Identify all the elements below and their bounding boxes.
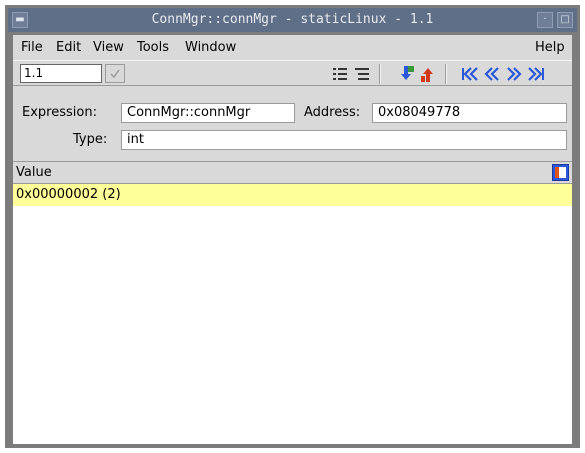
minimize-icon[interactable]: ·: [537, 12, 553, 28]
maximize-icon[interactable]: □: [557, 12, 573, 28]
title-bar[interactable]: ▬ ConnMgr::connMgr - staticLinux - 1.1 ·…: [8, 8, 577, 32]
check-icon: [110, 69, 120, 79]
menu-help[interactable]: Help: [535, 40, 565, 55]
thread-id-field[interactable]: 1.1: [20, 64, 102, 83]
menu-file[interactable]: File: [21, 40, 43, 55]
expression-label: Expression:: [22, 105, 97, 120]
column-options-icon[interactable]: [552, 164, 569, 181]
last-icon[interactable]: [527, 65, 545, 83]
window-title: ConnMgr::connMgr - staticLinux - 1.1: [151, 12, 434, 27]
expression-field[interactable]: ConnMgr::connMgr: [121, 103, 295, 123]
menu-bar: File Edit View Tools Window Help: [13, 35, 572, 60]
table-row[interactable]: 0x00000002 (2): [13, 184, 572, 206]
debugger-window: ▬ ConnMgr::connMgr - staticLinux - 1.1 ·…: [5, 5, 580, 448]
menu-view[interactable]: View: [93, 40, 124, 55]
first-icon[interactable]: [461, 65, 479, 83]
dive-down-icon[interactable]: [397, 65, 415, 83]
toolbar-separator: [379, 64, 381, 84]
menu-edit[interactable]: Edit: [56, 40, 81, 55]
previous-icon[interactable]: [483, 65, 501, 83]
thread-drop-button[interactable]: [105, 64, 125, 83]
value-panel: Value 0x00000002 (2): [13, 161, 572, 444]
value-cell: 0x00000002 (2): [16, 187, 121, 202]
tree-collapse-icon[interactable]: [331, 65, 349, 83]
type-label: Type:: [73, 132, 108, 147]
value-column-header[interactable]: Value: [13, 162, 572, 184]
value-column-title: Value: [16, 165, 52, 180]
toolbar: 1.1: [13, 60, 572, 86]
next-icon[interactable]: [505, 65, 523, 83]
menu-tools[interactable]: Tools: [137, 40, 169, 55]
address-field[interactable]: 0x08049778: [372, 103, 567, 123]
type-field[interactable]: int: [121, 130, 567, 150]
tree-expand-icon[interactable]: [353, 65, 371, 83]
toolbar-separator: [445, 64, 447, 84]
address-label: Address:: [304, 105, 361, 120]
menu-window[interactable]: Window: [185, 40, 236, 55]
window-client: File Edit View Tools Window Help 1.1 Exp…: [13, 35, 572, 444]
undive-up-icon[interactable]: [419, 65, 437, 83]
